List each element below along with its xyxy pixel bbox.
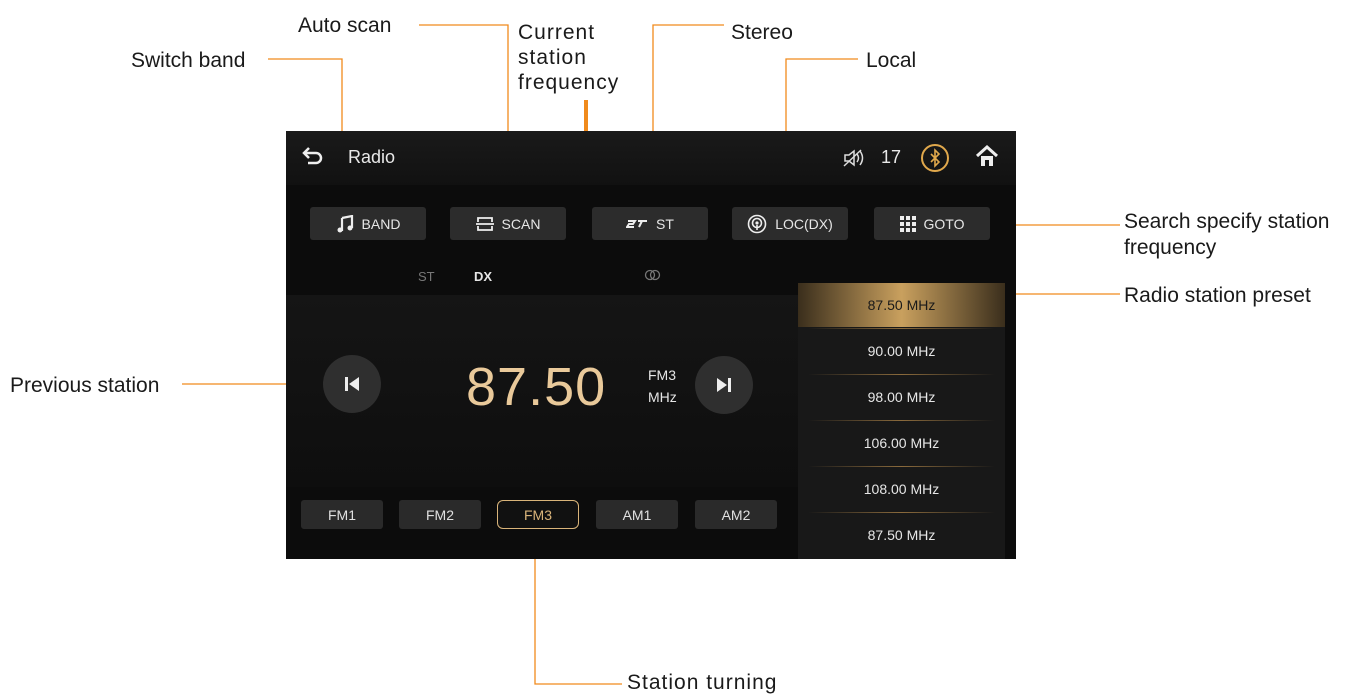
bluetooth-icon[interactable] xyxy=(921,144,949,172)
page-title: Radio xyxy=(348,147,396,167)
stereo-icon xyxy=(626,219,648,228)
band-am1[interactable]: AM1 xyxy=(596,500,678,529)
band-button-label: BAND xyxy=(361,215,401,232)
preset-item[interactable]: 108.00 MHz xyxy=(798,467,1005,511)
keypad-icon xyxy=(899,215,916,232)
local-button[interactable]: LOC(DX) xyxy=(732,207,848,240)
preset-list: 87.50 MHz 90.00 MHz 98.00 MHz 106.00 MHz… xyxy=(798,283,1005,559)
band-button[interactable]: BAND xyxy=(310,207,426,240)
home-icon[interactable] xyxy=(975,145,999,167)
broadcast-icon xyxy=(747,214,767,233)
st-indicator: ST xyxy=(418,269,435,284)
preset-item[interactable]: 98.00 MHz xyxy=(798,375,1005,419)
goto-button-label: GOTO xyxy=(923,215,965,232)
frequency-unit: MHz xyxy=(648,389,677,405)
stereo-indicator-icon xyxy=(644,269,661,281)
music-note-icon xyxy=(337,214,353,232)
preset-item[interactable]: 106.00 MHz xyxy=(798,421,1005,465)
radio-screen: Radio 17 BAND SCAN ST LOC(DX) GOTO ST DX… xyxy=(286,131,1016,559)
dx-indicator: DX xyxy=(474,269,493,284)
skip-previous-icon xyxy=(345,377,359,391)
preset-item[interactable]: 90.00 MHz xyxy=(798,329,1005,373)
skip-next-icon xyxy=(717,378,731,392)
local-button-label: LOC(DX) xyxy=(775,215,833,232)
band-fm3-selected[interactable]: FM3 xyxy=(497,500,579,529)
preset-item[interactable]: 87.50 MHz xyxy=(798,513,1005,557)
current-frequency: 87.50 xyxy=(466,357,607,417)
back-icon[interactable] xyxy=(302,145,324,165)
band-fm2[interactable]: FM2 xyxy=(399,500,481,529)
scan-icon xyxy=(475,216,494,231)
stereo-button-label: ST xyxy=(656,215,674,232)
next-station-button[interactable] xyxy=(695,356,753,414)
band-am2[interactable]: AM2 xyxy=(695,500,777,529)
stereo-button[interactable]: ST xyxy=(592,207,708,240)
top-bar: Radio 17 xyxy=(286,131,1016,185)
current-band-label: FM3 xyxy=(648,367,676,383)
band-fm1[interactable]: FM1 xyxy=(301,500,383,529)
previous-station-button[interactable] xyxy=(323,355,381,413)
goto-button[interactable]: GOTO xyxy=(874,207,990,240)
preset-item-selected[interactable]: 87.50 MHz xyxy=(798,283,1005,327)
scan-button-label: SCAN xyxy=(501,215,541,232)
volume-level: 17 xyxy=(881,147,902,167)
volume-muted-icon[interactable] xyxy=(842,148,872,168)
scan-button[interactable]: SCAN xyxy=(450,207,566,240)
